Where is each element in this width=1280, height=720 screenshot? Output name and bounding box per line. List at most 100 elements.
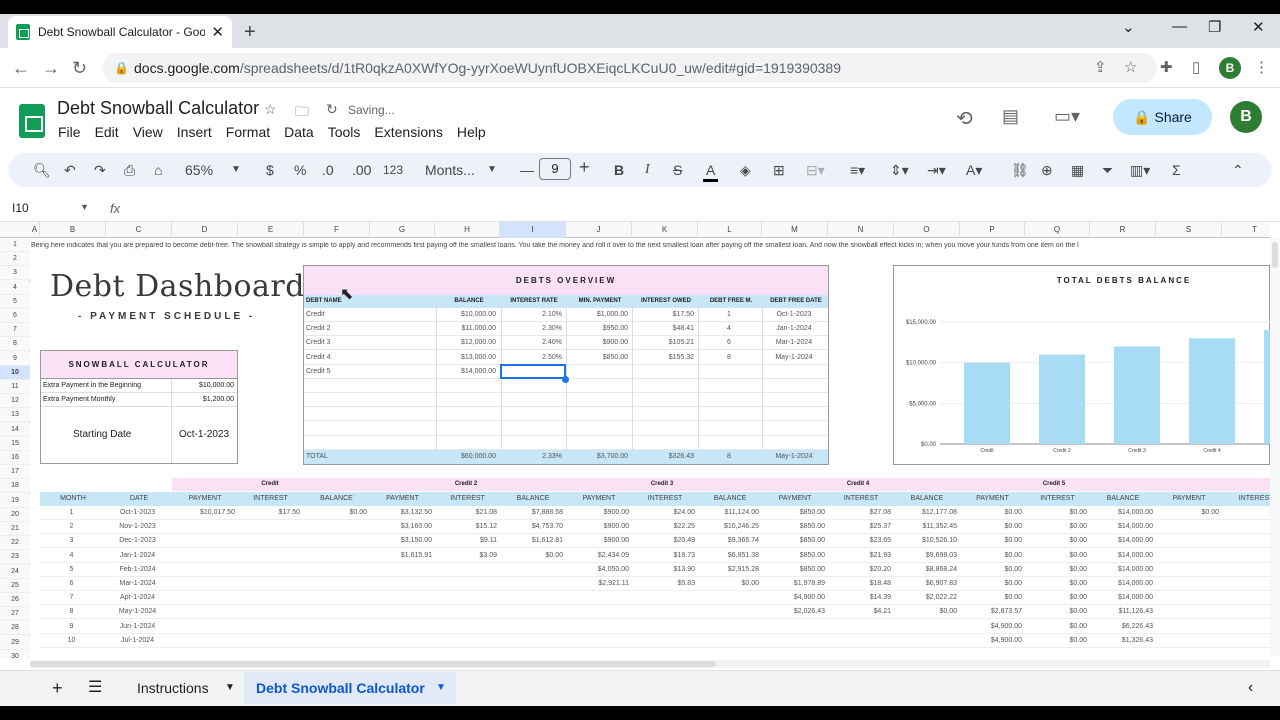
row-header[interactable]: 11 bbox=[0, 380, 30, 394]
schedule-row[interactable]: 7 Apr-1-2024 $4,900.00 $14.39 $2,022.22 $0.00… bbox=[40, 591, 1270, 606]
text-color-icon[interactable]: A bbox=[703, 161, 719, 182]
row-header[interactable]: 19 bbox=[0, 493, 30, 508]
column-header[interactable]: A bbox=[30, 222, 40, 238]
column-header[interactable]: D bbox=[172, 222, 238, 238]
sheet-tab-menu-icon[interactable]: ▼ bbox=[225, 678, 235, 698]
search-menus-icon[interactable]: 🔍︎ bbox=[33, 161, 51, 179]
insert-comment-icon[interactable]: ⊕ bbox=[1041, 161, 1053, 179]
column-header[interactable]: F bbox=[304, 222, 370, 238]
text-wrap-icon[interactable]: ⇥▾ bbox=[927, 161, 946, 179]
overview-total-row[interactable]: TOTAL $60,000.00 2.33% $3,700.00 $326.43 8 May… bbox=[304, 450, 828, 464]
column-header[interactable]: C bbox=[106, 222, 172, 238]
percent-format-button[interactable]: % bbox=[294, 161, 306, 179]
row-header[interactable]: 17 bbox=[0, 465, 30, 480]
decrease-decimal-button[interactable]: .0 bbox=[322, 161, 334, 179]
text-rotation-icon[interactable]: A▾ bbox=[966, 161, 982, 179]
sidepanel-icon[interactable]: ▯ bbox=[1192, 58, 1200, 76]
new-tab-icon[interactable]: + bbox=[244, 20, 256, 44]
row-header[interactable]: 27 bbox=[0, 607, 30, 622]
row-header[interactable]: 1 bbox=[0, 238, 30, 252]
paint-format-icon[interactable]: ⌂ bbox=[154, 161, 162, 179]
menu-insert[interactable]: Insert bbox=[177, 124, 212, 140]
total-debts-chart[interactable]: TOTAL DEBTS BALANCE $15,000.00 $10,000.00… bbox=[893, 265, 1270, 465]
schedule-row[interactable]: 4 Jan-1-2024 $1,615.91 $3.09 $0.00 $2,434.09 $… bbox=[40, 549, 1270, 563]
filter-icon[interactable]: ⏷ bbox=[1102, 161, 1113, 179]
column-header[interactable]: B bbox=[40, 222, 106, 238]
schedule-row[interactable]: 5 Feb-1-2024 $4,050.00 $13.90 $2,915.28 $850.… bbox=[40, 563, 1270, 577]
column-header[interactable]: Q bbox=[1025, 222, 1090, 238]
reload-icon[interactable]: ↻ bbox=[72, 58, 87, 78]
column-header[interactable]: L bbox=[698, 222, 762, 238]
row-header[interactable]: 5 bbox=[0, 294, 30, 309]
snowball-row[interactable]: Extra Payment Monthly $1,200.00 bbox=[41, 393, 237, 407]
column-header[interactable]: T bbox=[1222, 222, 1270, 238]
print-icon[interactable]: ⎙ bbox=[124, 161, 135, 179]
row-header[interactable]: 24 bbox=[0, 564, 30, 579]
sheet-tab-debt-snowball[interactable]: Debt Snowball Calculator bbox=[256, 678, 425, 698]
menu-edit[interactable]: Edit bbox=[95, 124, 119, 140]
explore-collapse-icon[interactable]: ‹ bbox=[1248, 678, 1253, 698]
overview-title[interactable]: DEBTS OVERVIEW bbox=[304, 266, 828, 295]
document-title[interactable]: Debt Snowball Calculator bbox=[57, 98, 259, 119]
column-header[interactable]: M bbox=[762, 222, 828, 238]
schedule-row[interactable]: 3 Dec-1-2023 $3,150.00 $9.11 $1,612.81 $900.0… bbox=[40, 534, 1270, 549]
horizontal-scrollbar[interactable] bbox=[30, 660, 1270, 668]
intro-text[interactable]: Being here indicates that you are prepar… bbox=[31, 242, 1269, 249]
schedule-row[interactable]: 6 Mar-1-2024 $2,921.11 $5.83 $0.00 $1,978.89 $… bbox=[40, 577, 1270, 591]
back-icon[interactable]: ← bbox=[12, 58, 30, 78]
vertical-align-icon[interactable]: ⇕▾ bbox=[890, 161, 909, 179]
collapse-toolbar-icon[interactable]: ⌃ bbox=[1232, 161, 1244, 179]
insert-chart-icon[interactable]: ▦ bbox=[1071, 161, 1084, 179]
snowball-title[interactable]: SNOWBALL CALCULATOR bbox=[41, 351, 237, 379]
strikethrough-icon[interactable]: S bbox=[673, 161, 682, 179]
column-header[interactable]: H bbox=[435, 222, 500, 238]
tab-search-icon[interactable]: ⌄ bbox=[1122, 18, 1135, 36]
star-icon[interactable]: ☆ bbox=[264, 101, 277, 118]
zoom-dropdown-icon[interactable]: ▼ bbox=[231, 161, 241, 179]
row-header[interactable]: 28 bbox=[0, 621, 30, 636]
schedule-row[interactable]: 9 Jun-1-2024 $4,900.00 $0.00 $6,226.43 bbox=[40, 620, 1270, 634]
browser-menu-icon[interactable]: ⋮ bbox=[1254, 58, 1269, 76]
row-header[interactable]: 2 bbox=[0, 252, 30, 267]
functions-icon[interactable]: Σ bbox=[1172, 161, 1181, 179]
url-input[interactable]: 🔒 docs.google.com/spreadsheets/d/1tR0qkz… bbox=[102, 53, 1157, 83]
column-header[interactable]: J bbox=[566, 222, 632, 238]
row-header[interactable]: 7 bbox=[0, 323, 30, 338]
column-header[interactable]: E bbox=[238, 222, 304, 238]
snowball-row[interactable]: Extra Payment in the Beginning $10,000.0… bbox=[41, 379, 237, 393]
menu-view[interactable]: View bbox=[133, 124, 163, 140]
dashboard-subtitle[interactable]: - PAYMENT SCHEDULE - bbox=[78, 311, 255, 322]
schedule-row[interactable]: 8 May-1-2024 $2,026.43 $4.21 $0.00 $2,873.57 $… bbox=[40, 605, 1270, 620]
account-avatar[interactable]: B bbox=[1230, 101, 1262, 133]
version-history-icon[interactable]: ⟲ bbox=[956, 106, 973, 131]
horizontal-align-icon[interactable]: ≡▾ bbox=[850, 161, 865, 179]
name-box[interactable]: I10 bbox=[12, 201, 29, 215]
scroll-thumb[interactable] bbox=[30, 661, 716, 667]
menu-data[interactable]: Data bbox=[284, 124, 314, 140]
row-header[interactable]: 21 bbox=[0, 522, 30, 536]
add-sheet-icon[interactable]: + bbox=[52, 678, 63, 698]
chart-bar[interactable] bbox=[1114, 346, 1160, 444]
font-size-decrease-icon[interactable]: — bbox=[520, 161, 534, 179]
row-header[interactable]: 23 bbox=[0, 550, 30, 565]
menu-tools[interactable]: Tools bbox=[328, 124, 361, 140]
minimize-icon[interactable]: — bbox=[1172, 18, 1187, 35]
menu-help[interactable]: Help bbox=[457, 124, 486, 140]
sheet-tab-instructions[interactable]: Instructions bbox=[137, 678, 209, 698]
font-select[interactable]: Monts... bbox=[425, 161, 475, 179]
row-header[interactable]: 12 bbox=[0, 394, 30, 409]
chart-bar[interactable] bbox=[1189, 338, 1235, 444]
merge-cells-icon[interactable]: ⊟▾ bbox=[806, 161, 825, 179]
row-header[interactable]: 13 bbox=[0, 408, 30, 423]
row-header[interactable]: 8 bbox=[0, 337, 30, 352]
column-header[interactable]: I bbox=[500, 222, 566, 238]
menu-file[interactable]: File bbox=[58, 124, 81, 140]
column-header[interactable]: R bbox=[1090, 222, 1156, 238]
share-page-icon[interactable]: ⇪ bbox=[1094, 58, 1107, 76]
forward-icon[interactable]: → bbox=[42, 58, 60, 78]
fill-color-icon[interactable]: ◈ bbox=[740, 161, 751, 179]
close-window-icon[interactable]: ✕ bbox=[1252, 18, 1265, 36]
scroll-thumb[interactable] bbox=[1272, 242, 1278, 268]
spreadsheet-grid[interactable]: ABCDEFGHIJKLMNOPQRST 1 2 3 4 5 6 7 8 9 10 11 12 13 14… bbox=[0, 222, 1270, 658]
zoom-select[interactable]: 65% bbox=[185, 161, 213, 179]
